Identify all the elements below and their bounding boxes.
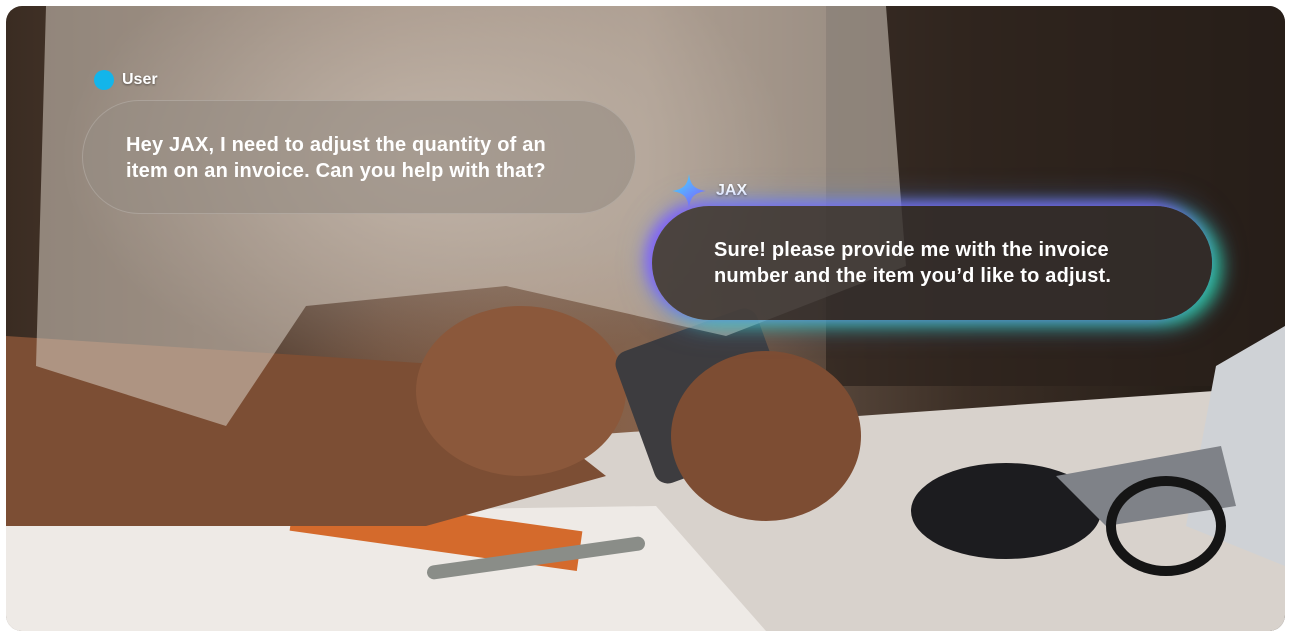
user-message-bubble: Hey JAX, I need to adjust the quantity o… (82, 100, 636, 214)
user-message-text: Hey JAX, I need to adjust the quantity o… (126, 134, 546, 182)
user-speaker-label: User (94, 70, 158, 90)
jax-message-text: Sure! please provide me with the invoice… (714, 239, 1112, 287)
jax-message-bubble: Sure! please provide me with the invoice… (652, 206, 1212, 320)
dot-icon (94, 70, 114, 90)
user-name: User (122, 71, 158, 88)
jax-speaker-label: JAX (670, 172, 747, 210)
hand-left (416, 306, 626, 476)
assistant-name: JAX (716, 182, 748, 199)
hand-right (671, 351, 861, 521)
sparkle-icon (672, 174, 706, 208)
